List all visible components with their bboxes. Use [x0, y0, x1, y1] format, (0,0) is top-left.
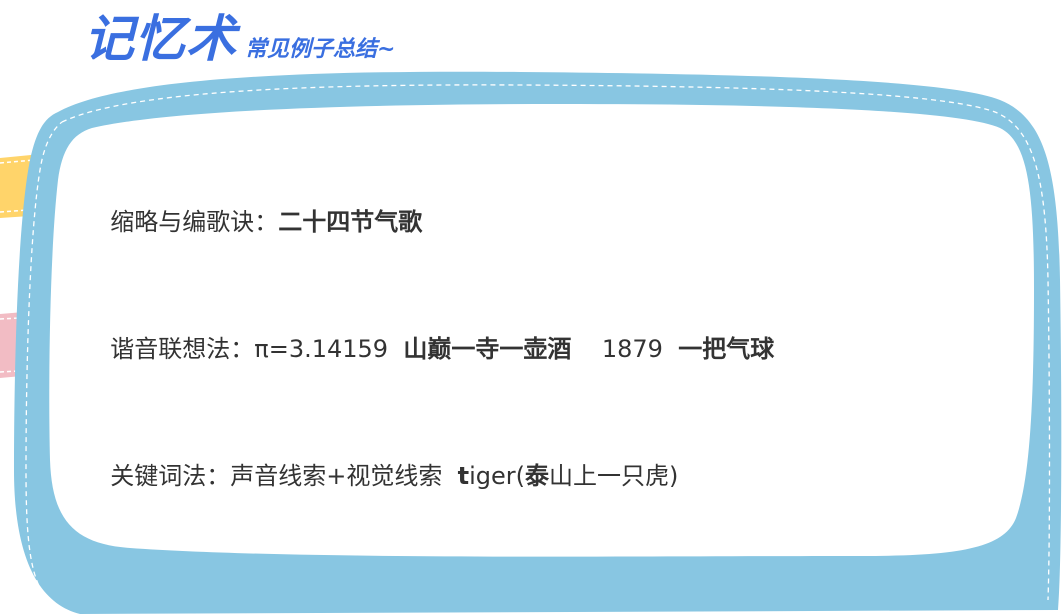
clue-text: 声音线索+视觉线索	[230, 462, 443, 490]
number-mnemonic: 一把气球	[678, 335, 775, 363]
line-homophone: 谐音联想法：π=3.14159 山巅一寺一壶酒 1879 一把气球	[95, 313, 774, 361]
tai-char: 泰	[525, 462, 550, 490]
word-rest: iger(	[469, 462, 526, 490]
line-1-label: 缩略与编歌诀：	[110, 208, 279, 236]
line-1-value: 二十四节气歌	[278, 208, 423, 236]
tiger-rest: 山上一只虎)	[549, 462, 679, 490]
pi-mnemonic: 山巅一寺一壶酒	[403, 335, 572, 363]
line-keyword: 关键词法：声音线索+视觉线索 tiger(泰山上一只虎)	[95, 440, 678, 488]
pi-text: π=3.14159	[254, 335, 389, 363]
line-3-label: 关键词法：	[110, 462, 231, 490]
number-text: 1879	[601, 335, 663, 363]
word-t: t	[457, 462, 470, 490]
line-abbreviation: 缩略与编歌诀：二十四节气歌	[95, 186, 422, 234]
line-2-label: 谐音联想法：	[110, 335, 255, 363]
board-illustration	[0, 71, 1062, 614]
